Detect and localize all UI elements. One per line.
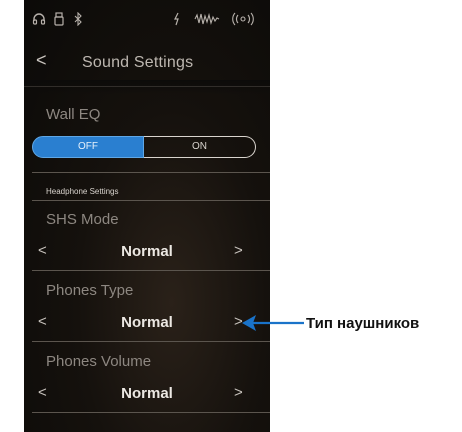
scroll-fade [24, 80, 270, 94]
divider [32, 341, 270, 342]
phones-volume-label: Phones Volume [46, 353, 152, 370]
shs-mode-selector: < Normal > [24, 240, 270, 264]
back-button[interactable]: < [36, 50, 47, 71]
audio-wave-icon [194, 12, 220, 29]
status-bar [24, 0, 270, 38]
shs-mode-next-button[interactable]: > [234, 242, 243, 259]
divider [32, 270, 270, 271]
microphone-icon [172, 12, 182, 29]
wall-eq-label: Wall EQ [46, 106, 101, 123]
wireless-icon [232, 12, 254, 29]
phones-volume-next-button[interactable]: > [234, 384, 243, 401]
divider [32, 172, 270, 173]
phones-type-callout: Тип наушников [240, 311, 460, 335]
divider [32, 412, 270, 413]
phones-volume-selector: < Normal > [24, 382, 270, 406]
divider [32, 200, 270, 201]
shs-mode-label: SHS Mode [46, 211, 119, 228]
wall-eq-toggle[interactable]: OFF ON [32, 136, 256, 158]
wall-eq-on-option[interactable]: ON [144, 136, 256, 158]
callout-arrow-icon [242, 315, 304, 331]
phones-type-label: Phones Type [46, 282, 134, 299]
bluetooth-icon [74, 11, 83, 29]
wall-eq-off-option[interactable]: OFF [32, 136, 144, 158]
headphones-icon [32, 12, 46, 29]
usb-icon [54, 12, 64, 29]
nav-header: < Sound Settings [24, 46, 270, 80]
section-title: Headphone Settings [46, 187, 119, 196]
piano-app-screen: < Sound Settings Wall EQ OFF ON Headphon… [24, 0, 270, 432]
phones-type-selector: < Normal > [24, 311, 270, 335]
page-title: Sound Settings [82, 54, 194, 71]
callout-text: Тип наушников [306, 315, 420, 332]
